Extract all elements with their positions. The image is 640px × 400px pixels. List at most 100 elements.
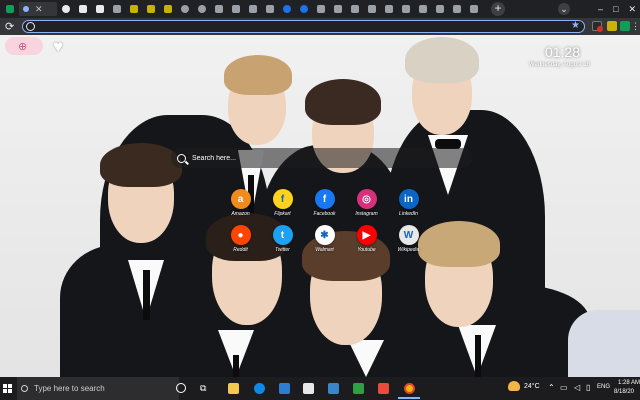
tab[interactable] xyxy=(313,2,329,16)
notepad-icon[interactable] xyxy=(303,383,314,394)
tab-strip: ✕ + ⌄ – □ ✕ xyxy=(0,0,640,18)
clock-date: Wednesday, August 18 xyxy=(528,62,590,68)
chrome-icon[interactable] xyxy=(404,383,415,394)
flipkart-icon: f xyxy=(272,189,293,209)
tab-favicon-icon xyxy=(419,5,427,13)
linkedin-icon: in xyxy=(398,189,419,209)
wikipedia-icon: W xyxy=(398,225,419,245)
tab[interactable] xyxy=(296,2,312,16)
tab-favicon-icon xyxy=(232,5,240,13)
reload-icon[interactable]: ⟳ xyxy=(5,20,17,33)
taskbar-search-text: Type here to search xyxy=(34,384,105,393)
heart-icon[interactable]: ♥ xyxy=(53,38,63,55)
address-input[interactable] xyxy=(39,22,584,31)
shortcut-walmart[interactable]: ✱ Walmart xyxy=(308,225,341,253)
shortcut-youtube[interactable]: ▶ Youtube xyxy=(350,225,383,253)
shortcut-linkedin[interactable]: in LinkedIn xyxy=(392,189,425,217)
weather-icon[interactable] xyxy=(508,381,520,391)
photo-hair xyxy=(305,79,381,125)
shortcut-label: Amazon xyxy=(231,211,250,217)
shortcut-twitter[interactable]: t Twitter xyxy=(266,225,299,253)
tray-time[interactable]: 1:28 AM xyxy=(618,380,640,386)
photos-icon[interactable] xyxy=(328,383,339,394)
media-icon[interactable] xyxy=(378,383,389,394)
tab[interactable] xyxy=(109,2,125,16)
tab[interactable] xyxy=(415,2,431,16)
chevron-up-icon[interactable]: ⌃ xyxy=(548,383,555,392)
shortcut-amazon[interactable]: a Amazon xyxy=(224,189,257,217)
volume-icon[interactable]: ◁ xyxy=(574,383,580,392)
tab[interactable] xyxy=(160,2,176,16)
windows-start-icon[interactable] xyxy=(3,383,13,394)
tray-temperature[interactable]: 24°C xyxy=(524,383,540,390)
search-box[interactable] xyxy=(171,148,472,168)
tab[interactable] xyxy=(347,2,363,16)
tray-language[interactable]: ENG xyxy=(597,384,610,390)
tab[interactable] xyxy=(432,2,448,16)
tab[interactable] xyxy=(211,2,227,16)
task-view-icon[interactable]: ⧉ xyxy=(200,383,206,394)
store-icon[interactable] xyxy=(279,383,290,394)
bookmark-star-icon[interactable]: ★ xyxy=(571,20,580,31)
photo-hair xyxy=(100,143,182,187)
search-input[interactable] xyxy=(192,154,472,162)
gamepad-icon[interactable]: ⊕ xyxy=(5,37,43,55)
tab-search-icon[interactable]: ⌄ xyxy=(558,3,570,15)
tray-date[interactable]: 8/18/20 xyxy=(614,389,634,395)
shortcut-reddit[interactable]: ● Reddit xyxy=(224,225,257,253)
tab[interactable] xyxy=(194,2,210,16)
tab[interactable] xyxy=(177,2,193,16)
shortcut-facebook[interactable]: f Facebook xyxy=(308,189,341,217)
network-icon[interactable]: ▭ xyxy=(560,383,568,392)
close-window-button[interactable]: ✕ xyxy=(628,4,636,15)
tab-favicon-icon xyxy=(266,5,274,13)
tab[interactable] xyxy=(398,2,414,16)
cortana-icon[interactable] xyxy=(176,383,186,393)
browser-toolbar: ⟳ ★ ⋮ xyxy=(0,18,640,35)
tab[interactable] xyxy=(466,2,482,16)
tab[interactable] xyxy=(75,2,91,16)
search-icon xyxy=(177,153,186,163)
tab[interactable] xyxy=(245,2,261,16)
shortcut-label: Youtube xyxy=(357,247,376,253)
twitter-icon: t xyxy=(272,225,293,245)
tab[interactable] xyxy=(92,2,108,16)
tab-close-button[interactable]: ✕ xyxy=(35,4,43,15)
shortcut-instagram[interactable]: ◎ Instagram xyxy=(350,189,383,217)
app-icon[interactable] xyxy=(353,383,364,394)
taskbar-search[interactable]: Type here to search xyxy=(17,377,179,400)
tab[interactable] xyxy=(364,2,380,16)
tab[interactable] xyxy=(262,2,278,16)
extension-icon[interactable] xyxy=(607,21,617,31)
minimize-button[interactable]: – xyxy=(598,4,603,14)
tab[interactable] xyxy=(58,2,74,16)
tab[interactable] xyxy=(2,2,18,16)
menu-dots-icon[interactable]: ⋮ xyxy=(631,21,640,31)
facebook-icon: f xyxy=(314,189,335,209)
shortcut-label: Facebook xyxy=(313,211,336,217)
tab[interactable] xyxy=(126,2,142,16)
tab-active[interactable]: ✕ xyxy=(19,2,57,16)
tab-favicon-icon xyxy=(402,5,410,13)
tab[interactable] xyxy=(143,2,159,16)
photo-tie xyxy=(233,355,239,377)
file-explorer-icon[interactable] xyxy=(228,383,239,394)
tab[interactable] xyxy=(279,2,295,16)
new-tab-button[interactable]: + xyxy=(491,2,505,16)
tab[interactable] xyxy=(381,2,397,16)
tab-favicon-icon xyxy=(113,5,121,13)
tab[interactable] xyxy=(330,2,346,16)
tab[interactable] xyxy=(228,2,244,16)
shortcut-label: Flipkart xyxy=(274,211,291,217)
maximize-button[interactable]: □ xyxy=(613,4,618,14)
tab[interactable] xyxy=(449,2,465,16)
tab-favicon-icon xyxy=(368,5,376,13)
shortcut-flipkart[interactable]: f Flipkart xyxy=(266,189,299,217)
edge-icon[interactable] xyxy=(254,383,265,394)
battery-icon[interactable]: ▯ xyxy=(586,383,590,392)
extension-icon[interactable] xyxy=(620,21,630,31)
shortcut-wikipedia[interactable]: W Wikipedia xyxy=(392,225,425,253)
address-bar[interactable]: ★ xyxy=(22,20,585,33)
shortcut-label: Twitter xyxy=(275,247,290,253)
tab-favicon-icon xyxy=(215,5,223,13)
